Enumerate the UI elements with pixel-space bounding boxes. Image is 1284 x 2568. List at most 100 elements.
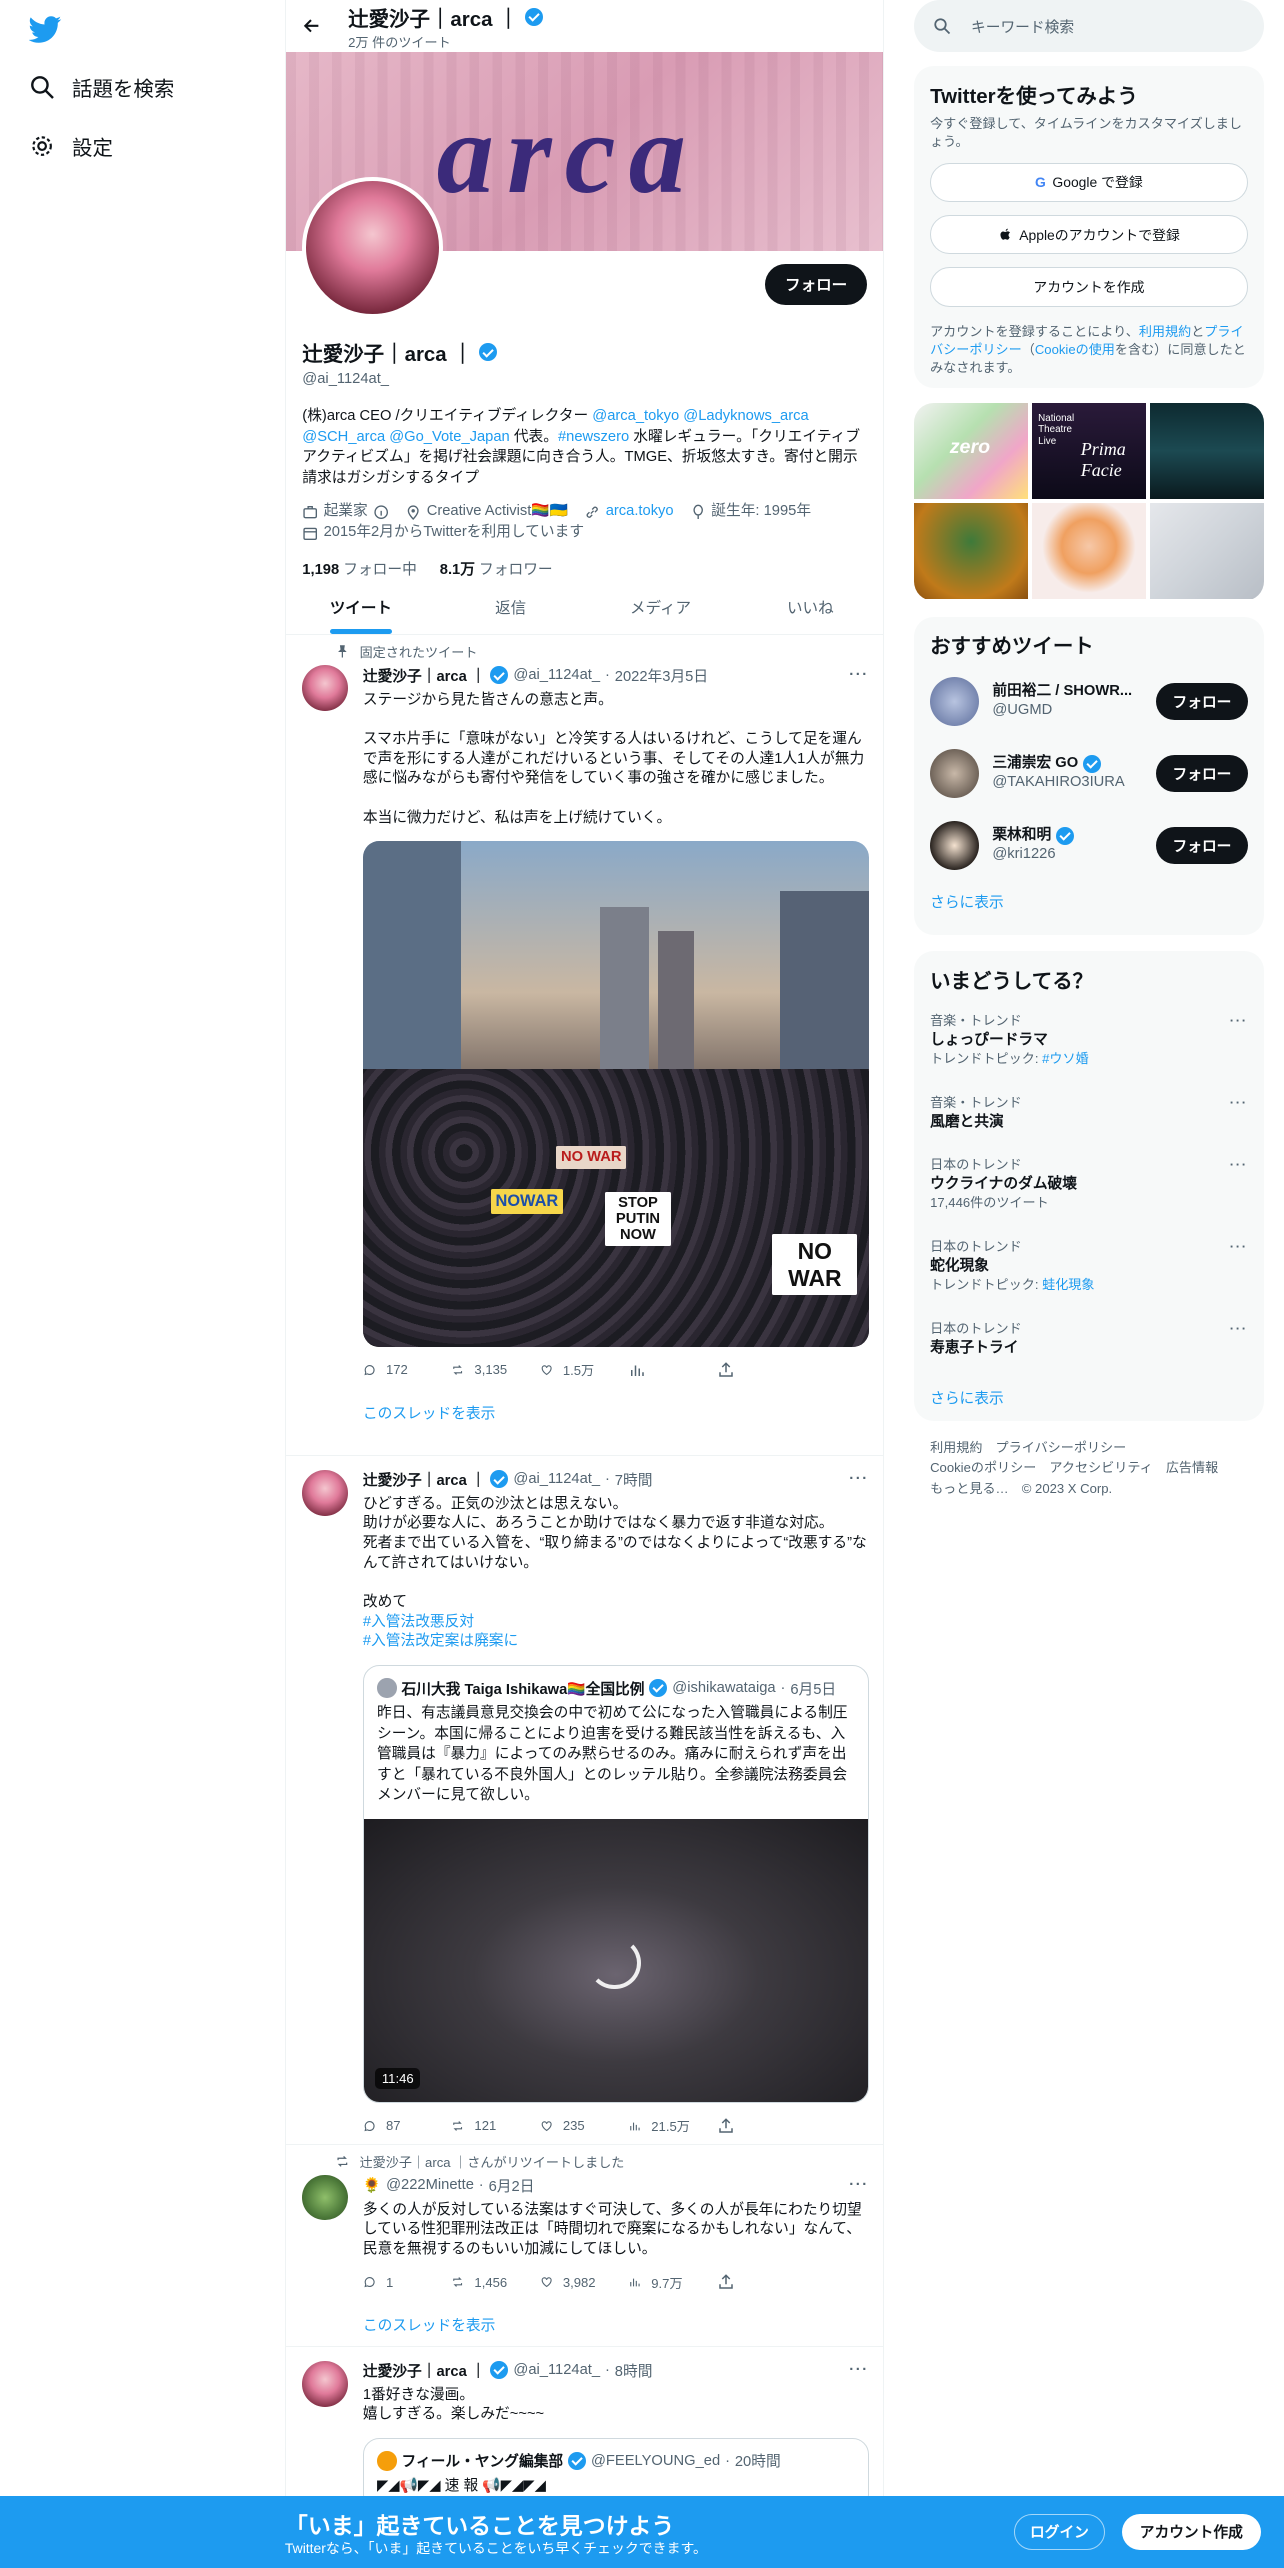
tweet-handle[interactable]: @ai_1124at_ (513, 1471, 600, 1487)
cookie-link[interactable]: Cookieの使用 (1035, 342, 1115, 357)
retweet-button[interactable]: 3,135 (451, 1360, 539, 1379)
reply-button[interactable]: 1 (363, 2273, 451, 2292)
search-box[interactable]: キーワード検索 (913, 0, 1265, 53)
tab-likes[interactable]: いいね (735, 580, 883, 635)
avatar[interactable] (302, 2361, 349, 2408)
more-icon[interactable]: ··· (849, 2362, 869, 2378)
tweet-time[interactable]: 7時間 (615, 1469, 653, 1490)
tweet-author-name[interactable]: 辻愛沙子｜arca ｜ (363, 2360, 486, 2381)
tweet-author-name[interactable]: 🌻 (363, 2176, 381, 2194)
recommend-show-more[interactable]: さらに表示 (930, 891, 1248, 912)
recommend-name[interactable]: 前田裕二 / SHOWR... (992, 682, 1149, 702)
like-button[interactable]: 1.5万 (540, 1360, 628, 1379)
media-thumb[interactable] (1149, 502, 1265, 600)
retweet-button[interactable]: 121 (451, 2116, 539, 2135)
media-thumb[interactable] (913, 502, 1029, 600)
hashtag-link[interactable]: #入管法改悪反対 (363, 1613, 869, 1633)
hashtag-link[interactable]: #入管法改定案は廃案に (363, 1632, 869, 1652)
tweet-photo[interactable]: NOWAR STOP PUTIN NOW NO WAR NO WAR (362, 841, 869, 1348)
avatar[interactable] (930, 676, 980, 726)
media-thumb[interactable] (1031, 502, 1147, 600)
twitter-bird-icon[interactable] (29, 13, 62, 46)
signup-button[interactable]: アカウント作成 (1121, 2513, 1261, 2550)
recommend-item[interactable]: 三浦崇宏 GO @TAKAHIRO3IURA フォロー (930, 737, 1248, 809)
profile-avatar[interactable] (302, 176, 444, 318)
footer-line[interactable]: 利用規約 プライバシーポリシー (930, 1438, 1248, 1458)
views-button[interactable]: 21.5万 (628, 2116, 716, 2135)
bio-hashtag-link[interactable]: #newszero (558, 429, 629, 445)
tweet-time[interactable]: 8時間 (615, 2360, 653, 2381)
tweet-author-name[interactable]: 辻愛沙子｜arca ｜ (363, 665, 486, 686)
recommend-follow-button[interactable]: フォロー (1156, 754, 1248, 793)
footer-line[interactable]: Cookieのポリシー アクセシビリティ 広告情報 (930, 1458, 1248, 1478)
arrow-left-icon[interactable] (302, 16, 322, 36)
website-link[interactable]: arca.tokyo (606, 501, 674, 522)
tweet-pinned[interactable]: 固定されたツイート 辻愛沙子｜arca ｜ @ai_1124at_ · 2022年3月… (285, 635, 884, 1456)
tweet[interactable]: 辻愛沙子｜arca ｜ @ai_1124at_ · 7時間 ··· ひどすぎる。正気の沙… (285, 1456, 884, 2146)
avatar[interactable] (302, 664, 349, 711)
show-thread-link[interactable]: このスレッドを表示 (363, 2314, 869, 2335)
avatar[interactable] (930, 820, 980, 870)
trend-topic-link[interactable]: 蛙化現象 (1042, 1277, 1094, 1292)
views-button[interactable]: 9.7万 (628, 2273, 716, 2292)
more-icon[interactable]: ··· (849, 667, 869, 683)
login-button[interactable]: ログイン (1013, 2513, 1106, 2550)
apple-signup-button[interactable]: Appleのアカウントで登録 (930, 215, 1248, 255)
like-button[interactable]: 235 (540, 2116, 628, 2135)
trend-item[interactable]: 音楽・トレンド しょっぴードラマ トレンドトピック: #ウソ婚 ··· (930, 1012, 1248, 1068)
trend-item[interactable]: 日本のトレンド 蛇化現象 トレンドトピック: 蛙化現象 ··· (930, 1238, 1248, 1294)
quoted-tweet[interactable]: 石川大我 Taiga Ishikawa🏳️‍🌈全国比例 @ishikawataig… (362, 1665, 869, 2104)
like-button[interactable]: 3,982 (540, 2273, 628, 2292)
more-icon[interactable]: ··· (1230, 1320, 1248, 1339)
recommend-name[interactable]: 栗林和明 (992, 826, 1149, 846)
google-signup-button[interactable]: G Google で登録 (930, 162, 1248, 202)
reply-button[interactable]: 172 (363, 1360, 451, 1379)
more-icon[interactable]: ··· (1230, 1156, 1248, 1175)
tweet-time[interactable]: 2022年3月5日 (615, 665, 708, 686)
create-account-button[interactable]: アカウントを作成 (930, 267, 1248, 307)
media-thumb[interactable] (1149, 402, 1265, 500)
tab-media[interactable]: メディア (586, 580, 736, 635)
search-input[interactable]: キーワード検索 (971, 16, 1074, 37)
recommend-name[interactable]: 三浦崇宏 GO (992, 754, 1149, 774)
trend-item[interactable]: 日本のトレンド ウクライナのダム破壊 17,446件のツイート ··· (930, 1156, 1248, 1212)
more-icon[interactable]: ··· (1230, 1012, 1248, 1031)
retweet-label[interactable]: 辻愛沙子｜arca ｜さんがリツイートしました (360, 2152, 625, 2171)
tweet-retweeted[interactable]: 辻愛沙子｜arca ｜さんがリツイートしました 🌻 @222Minette · 6月2… (285, 2145, 884, 2347)
followers-link[interactable]: 8.1万 フォロワー (440, 558, 553, 579)
recommend-follow-button[interactable]: フォロー (1156, 826, 1248, 865)
share-button[interactable] (717, 2116, 805, 2135)
follow-button[interactable]: フォロー (765, 263, 867, 306)
trend-topic-link[interactable]: #ウソ婚 (1042, 1051, 1089, 1066)
reply-button[interactable]: 87 (363, 2116, 451, 2135)
following-link[interactable]: 1,198 フォロー中 (302, 558, 417, 579)
more-icon[interactable]: ··· (1230, 1094, 1248, 1113)
recommend-item[interactable]: 栗林和明 @kri1226 フォロー (930, 809, 1248, 881)
info-icon[interactable] (373, 504, 389, 520)
tweet-time[interactable]: 6月2日 (489, 2175, 535, 2196)
media-thumb[interactable]: zero (913, 402, 1029, 500)
avatar[interactable] (302, 1470, 349, 1517)
views-button[interactable] (628, 1360, 716, 1379)
tweet-handle[interactable]: @ai_1124at_ (513, 667, 600, 683)
retweet-button[interactable]: 1,456 (451, 2273, 539, 2292)
recommend-item[interactable]: 前田裕二 / SHOWR... @UGMD フォロー (930, 665, 1248, 737)
media-thumb[interactable]: National Theatre Live Prima Facie (1031, 402, 1147, 500)
nav-settings[interactable]: 設定 (29, 131, 113, 161)
trends-show-more[interactable]: さらに表示 (930, 1387, 1004, 1408)
more-icon[interactable]: ··· (1230, 1238, 1248, 1257)
avatar[interactable] (930, 748, 980, 798)
tweet-author-name[interactable]: 辻愛沙子｜arca ｜ (363, 1469, 486, 1490)
more-icon[interactable]: ··· (849, 2177, 869, 2193)
avatar[interactable] (302, 2174, 349, 2221)
terms-link[interactable]: 利用規約 (1139, 324, 1191, 339)
quote-video[interactable]: 11:46 (363, 1818, 868, 2103)
tweet-handle[interactable]: @ai_1124at_ (513, 2362, 600, 2378)
footer-line[interactable]: もっと見る… © 2023 X Corp. (930, 1479, 1248, 1499)
recommend-follow-button[interactable]: フォロー (1156, 682, 1248, 721)
tweet-handle[interactable]: @222Minette (386, 2177, 474, 2193)
tab-tweets[interactable]: ツイート (286, 580, 436, 635)
show-thread-link[interactable]: このスレッドを表示 (363, 1402, 869, 1423)
share-button[interactable] (717, 2273, 805, 2292)
profile-website[interactable]: arca.tokyo (584, 501, 674, 522)
